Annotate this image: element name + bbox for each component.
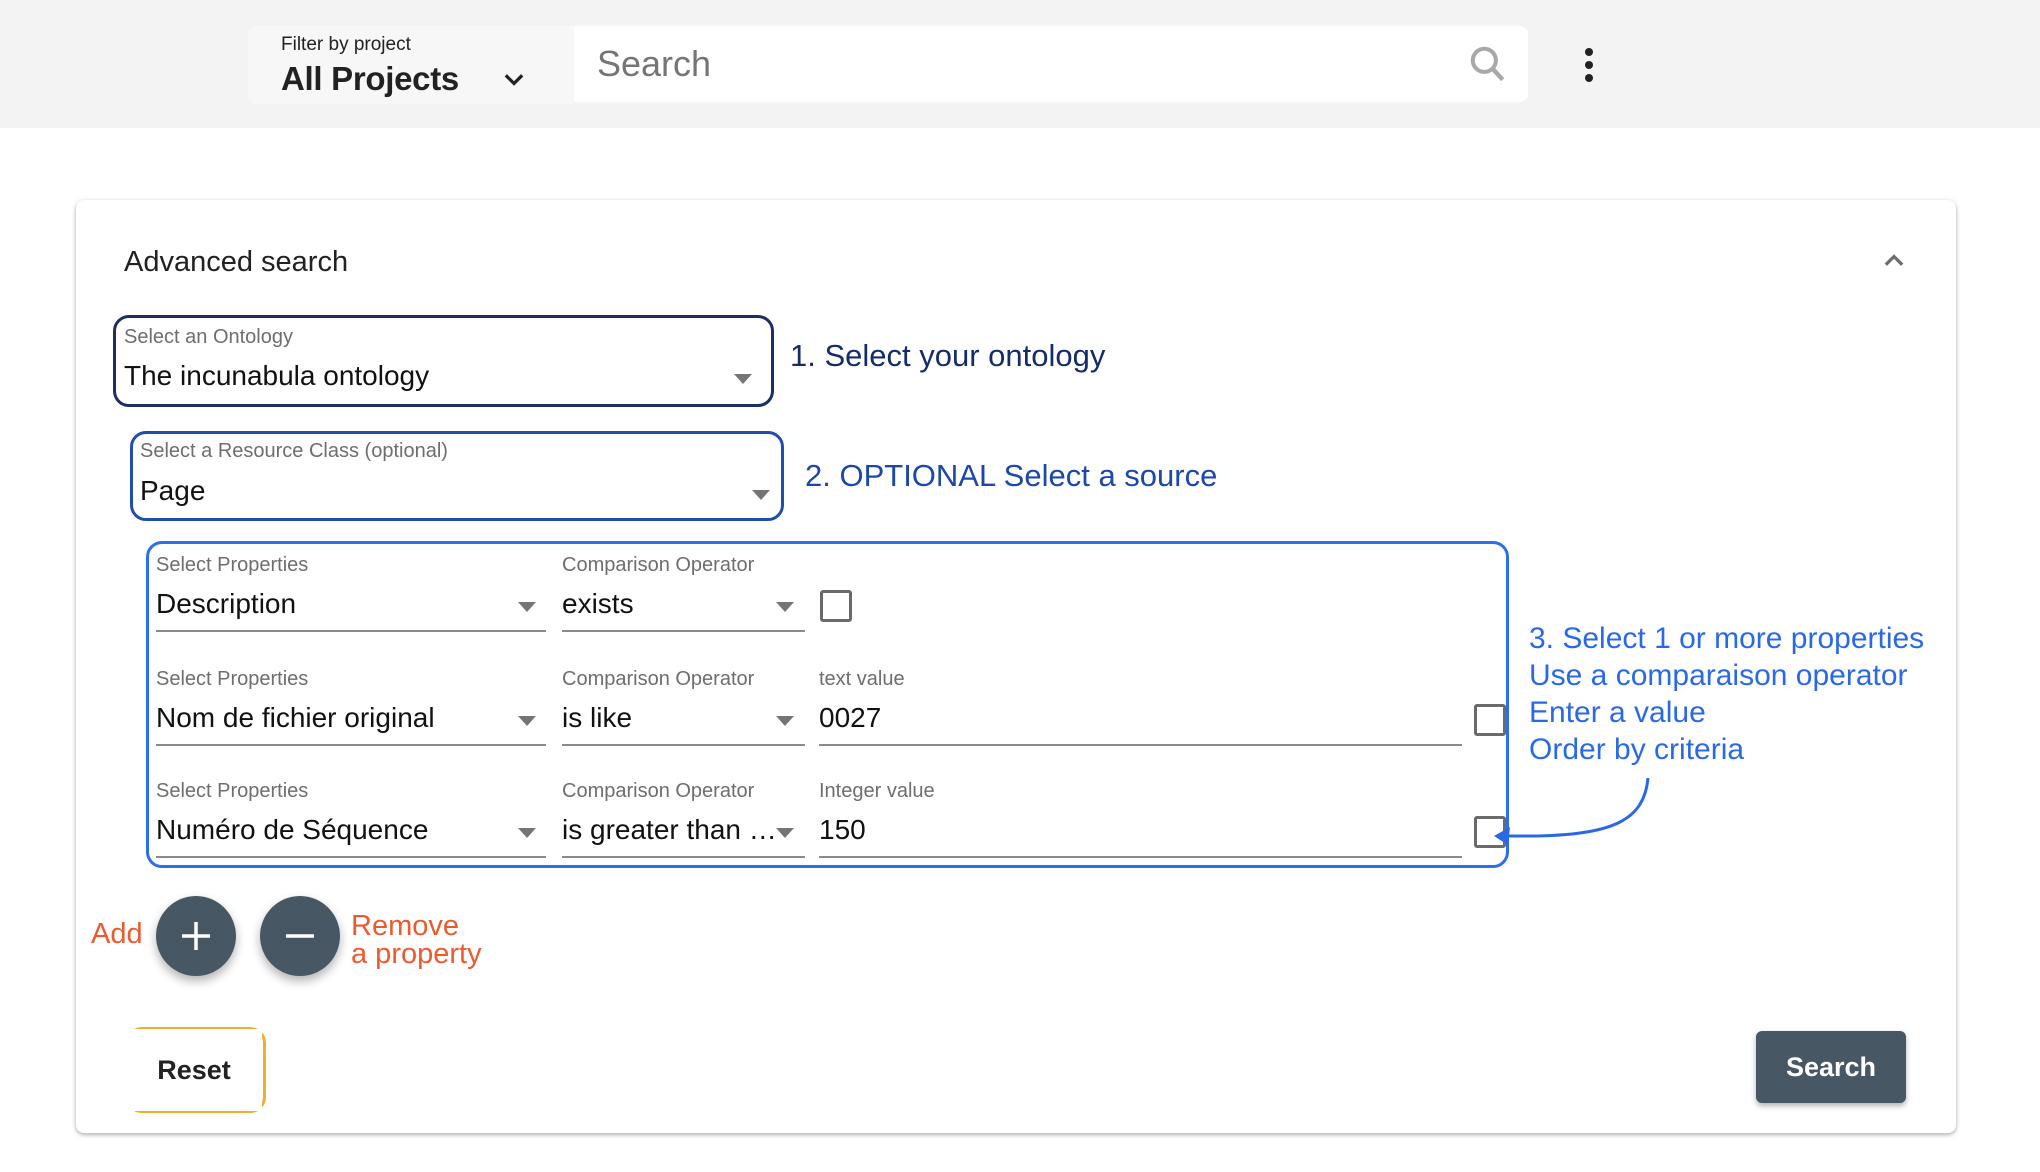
plus-icon [182,922,210,950]
annotation-step3-line: Order by criteria [1529,733,1745,766]
more-vert-icon[interactable] [1578,46,1600,86]
value-label: text value [819,668,905,690]
annotation-step2: 2. OPTIONAL Select a source [805,458,1218,493]
annotation-remove: Remove a property [351,910,482,970]
remove-property-button[interactable] [260,896,340,976]
reset-button[interactable]: Reset [126,1029,262,1111]
property-label: Select Properties [156,554,309,576]
property-value: Description [156,588,297,619]
add-property-button[interactable] [156,896,236,976]
search-button[interactable]: Search [1756,1031,1906,1103]
operator-value: is like [562,702,633,733]
top-bar: Filter by project All Projects Search [0,0,2040,128]
annotation-step3-line: Use a comparaison operator [1529,659,1908,692]
operator-label: Comparison Operator [562,668,755,690]
operator-select[interactable]: Comparison Operator exists [562,550,805,632]
sort-checkbox[interactable] [1474,704,1506,736]
operator-select[interactable]: Comparison Operator is like [562,664,805,746]
property-underline [156,630,546,632]
property-select[interactable]: Select Properties Nom de fichier origina… [156,664,546,746]
property-select[interactable]: Select Properties Description [156,550,546,632]
dropdown-arrow-icon [776,716,794,726]
annotation-arrow [1494,777,1650,845]
operator-value: is greater than … [562,814,777,845]
annotation-step3-line: 3. Select 1 or more properties [1529,622,1925,655]
property-row: Select Properties Description Comparison… [156,550,1496,650]
property-value: Numéro de Séquence [156,814,429,845]
operator-select[interactable]: Comparison Operator is greater than … [562,776,805,858]
search-icon[interactable] [1466,42,1510,86]
advanced-search-panel: Advanced search Select an Ontology The i… [76,200,1956,1133]
dropdown-arrow-icon [518,716,536,726]
dropdown-arrow-icon [776,828,794,838]
chevron-up-icon[interactable] [1880,246,1908,274]
property-label: Select Properties [156,780,309,802]
property-underline [156,744,546,746]
dropdown-arrow-icon [518,828,536,838]
value-label: Integer value [819,780,935,802]
property-row: Select Properties Numéro de Séquence Com… [156,776,1506,876]
text-value-input[interactable]: text value 0027 [819,664,1462,746]
ontology-select[interactable]: Select an Ontology The incunabula ontolo… [124,322,764,400]
operator-value: exists [562,588,634,619]
resource-class-value: Page [140,475,206,506]
dropdown-arrow-icon [752,490,770,500]
chevron-down-icon [504,74,524,86]
project-filter-label: Filter by project [281,34,411,55]
value-text: 150 [819,814,866,845]
property-label: Select Properties [156,668,309,690]
annotation-step3-line: Enter a value [1529,696,1706,729]
property-select[interactable]: Select Properties Numéro de Séquence [156,776,546,858]
value-underline [819,744,1462,746]
value-text: 0027 [819,702,882,733]
ontology-value: The incunabula ontology [124,360,430,391]
sort-checkbox[interactable] [820,590,852,622]
project-filter-select[interactable]: Filter by project All Projects [248,26,574,104]
resource-class-select[interactable]: Select a Resource Class (optional) Page [140,436,774,514]
dropdown-arrow-icon [734,374,752,384]
property-row: Select Properties Nom de fichier origina… [156,664,1506,764]
annotation-step1: 1. Select your ontology [790,338,1106,373]
property-underline [156,856,546,858]
dropdown-arrow-icon [518,602,536,612]
integer-value-input[interactable]: Integer value 150 [819,776,1462,858]
operator-underline [562,744,805,746]
operator-label: Comparison Operator [562,780,755,802]
annotation-remove-line: a property [351,938,482,970]
minus-icon [286,934,314,938]
annotation-remove-line: Remove [351,910,459,942]
ontology-label: Select an Ontology [124,326,293,348]
panel-title: Advanced search [124,246,349,278]
dropdown-arrow-icon [776,602,794,612]
value-underline [819,856,1462,858]
operator-label: Comparison Operator [562,554,755,576]
project-filter-value: All Projects [281,60,459,97]
operator-underline [562,856,805,858]
resource-class-label: Select a Resource Class (optional) [140,440,448,462]
search-placeholder: Search [597,43,712,84]
search-input[interactable]: Search [574,26,1528,102]
operator-underline [562,630,805,632]
annotation-add: Add [91,918,143,950]
annotation-step3: 3. Select 1 or more properties Use a com… [1529,620,1924,768]
property-value: Nom de fichier original [156,702,435,733]
